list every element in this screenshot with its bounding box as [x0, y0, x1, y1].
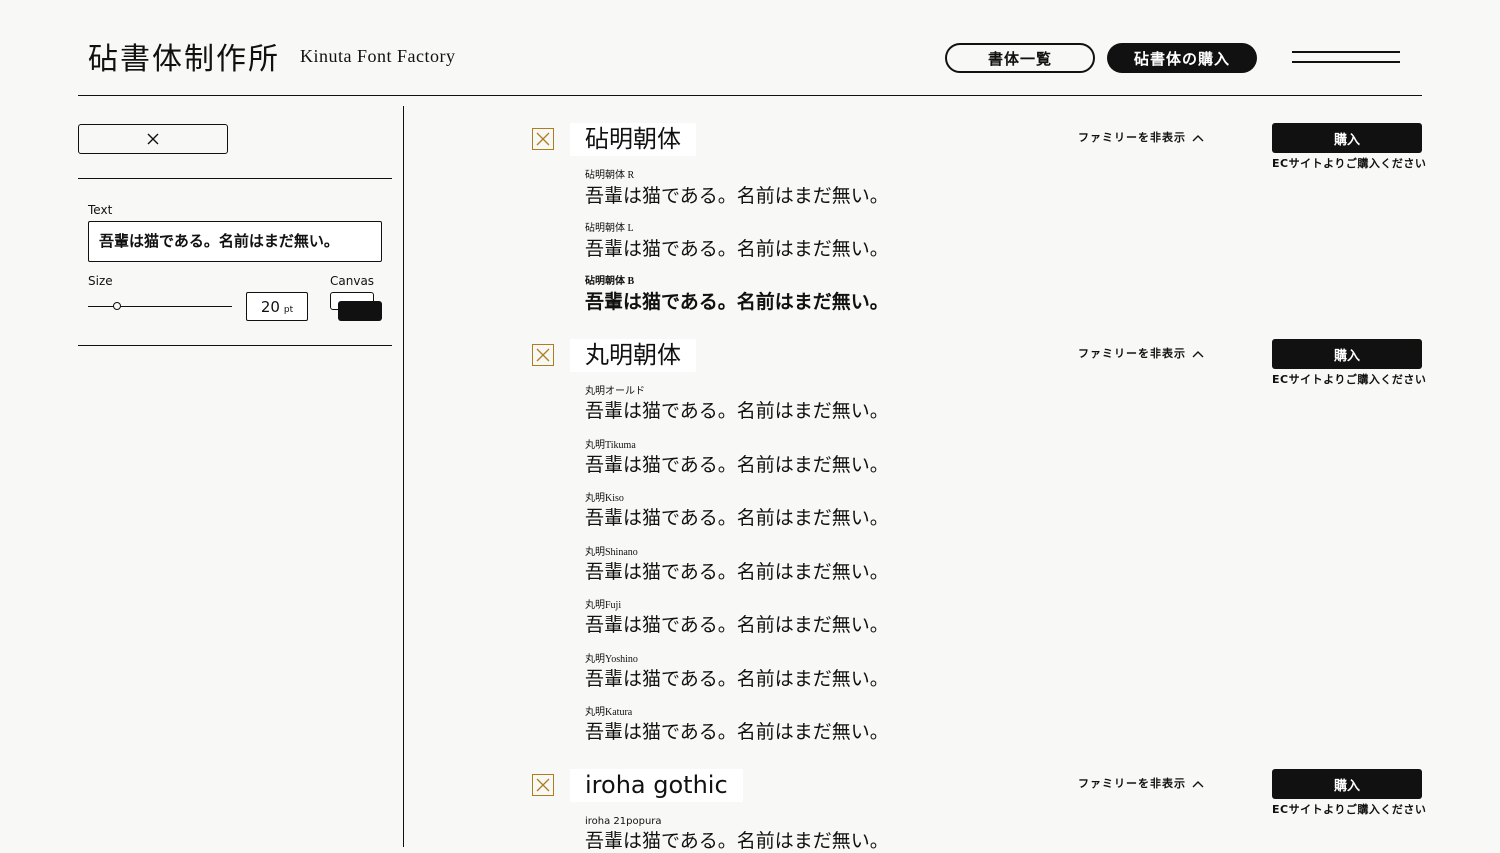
size-slider-track[interactable]: [88, 306, 232, 307]
size-field[interactable]: 20 pt: [246, 292, 308, 321]
buy-button-1[interactable]: 購入: [1272, 123, 1422, 153]
family-checkbox-1[interactable]: [532, 128, 554, 150]
site-subtitle: Kinuta Font Factory: [300, 46, 456, 66]
buy-button-3[interactable]: 購入: [1272, 769, 1422, 799]
x-checkbox-icon: [536, 348, 550, 362]
style-label: 砧明朝体 B: [585, 276, 635, 287]
size-slider-handle[interactable]: [112, 302, 121, 310]
hide-family-label: ファミリーを非表示: [1078, 777, 1186, 790]
style-sample: 吾輩は猫である。名前はまだ無い。: [585, 291, 889, 313]
style-label: 丸明Yoshino: [585, 654, 638, 665]
style-label: 丸明Shinano: [585, 547, 638, 558]
size-label: Size: [88, 274, 113, 288]
style-label: 丸明オールド: [585, 386, 645, 397]
style-label: 砧明朝体 L: [585, 223, 634, 234]
font-list-button[interactable]: 書体一覧: [945, 43, 1095, 73]
hide-family-label: ファミリーを非表示: [1078, 131, 1186, 144]
hide-family-toggle-3[interactable]: ファミリーを非表示: [1078, 777, 1204, 791]
chevron-up-icon: [1192, 351, 1204, 358]
canvas-dark-swatch[interactable]: [338, 301, 382, 321]
style-label: 丸明Katura: [585, 707, 633, 718]
chevron-up-icon: [1192, 135, 1204, 142]
purchase-fonts-button[interactable]: 砧書体の購入: [1107, 43, 1257, 73]
hide-family-toggle-1[interactable]: ファミリーを非表示: [1078, 131, 1204, 145]
style-sample: 吾輩は猫である。名前はまだ無い。: [585, 614, 889, 636]
sidebar-vertical-divider: [403, 106, 404, 847]
buy-note-2: ECサイトよりご購入ください: [1272, 373, 1427, 386]
style-sample: 吾輩は猫である。名前はまだ無い。: [585, 185, 889, 207]
family-name-3: iroha gothic: [570, 769, 743, 802]
style-sample: 吾輩は猫である。名前はまだ無い。: [585, 400, 889, 422]
style-sample: 吾輩は猫である。名前はまだ無い。: [585, 721, 889, 743]
family-checkbox-3[interactable]: [532, 774, 554, 796]
style-label: 砧明朝体 R: [585, 170, 635, 181]
buy-note-3: ECサイトよりご購入ください: [1272, 803, 1427, 816]
style-sample: 吾輩は猫である。名前はまだ無い。: [585, 668, 889, 690]
family-checkbox-2[interactable]: [532, 344, 554, 366]
sample-text-input[interactable]: 吾輩は猫である。名前はまだ無い。: [88, 221, 382, 262]
family-name-1: 砧明朝体: [570, 123, 696, 156]
text-label: Text: [88, 203, 113, 217]
x-checkbox-icon: [536, 778, 550, 792]
style-label: iroha 21popura: [585, 816, 662, 827]
site-title[interactable]: 砧書体制作所: [88, 38, 280, 82]
style-label: 丸明Tikuma: [585, 440, 636, 451]
style-label: 丸明Fuji: [585, 600, 622, 611]
style-sample: 吾輩は猫である。名前はまだ無い。: [585, 238, 889, 260]
buy-button-2[interactable]: 購入: [1272, 339, 1422, 369]
hide-family-toggle-2[interactable]: ファミリーを非表示: [1078, 347, 1204, 361]
style-sample: 吾輩は猫である。名前はまだ無い。: [585, 830, 889, 852]
sidebar-divider-top: [78, 178, 392, 179]
header-divider: [78, 95, 1422, 96]
size-value: 20: [260, 297, 280, 316]
sidebar-divider-bottom: [78, 345, 392, 346]
style-label: 丸明Kiso: [585, 493, 624, 504]
style-sample: 吾輩は猫である。名前はまだ無い。: [585, 507, 889, 529]
close-panel-button[interactable]: [78, 124, 228, 154]
canvas-label: Canvas: [330, 274, 375, 288]
chevron-up-icon: [1192, 781, 1204, 788]
style-sample: 吾輩は猫である。名前はまだ無い。: [585, 454, 889, 476]
size-unit: pt: [283, 304, 294, 315]
hide-family-label: ファミリーを非表示: [1078, 347, 1186, 360]
x-checkbox-icon: [536, 132, 550, 146]
hamburger-menu-icon[interactable]: [1292, 51, 1400, 65]
style-sample: 吾輩は猫である。名前はまだ無い。: [585, 561, 889, 583]
close-icon: [147, 133, 159, 145]
family-name-2: 丸明朝体: [570, 339, 696, 372]
buy-note-1: ECサイトよりご購入ください: [1272, 157, 1427, 170]
